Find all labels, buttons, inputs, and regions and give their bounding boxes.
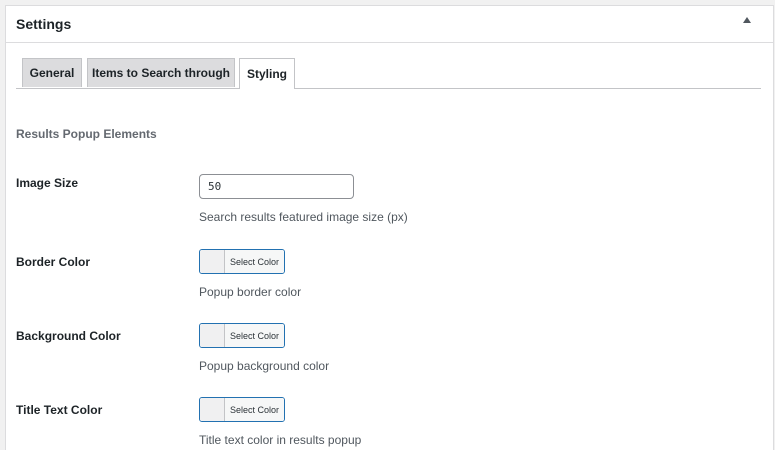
panel-header[interactable]: Settings: [6, 6, 773, 43]
tab-bar: General Items to Search through Styling: [16, 58, 761, 89]
tab-general[interactable]: General: [22, 58, 82, 87]
title-text-color-description: Title text color in results popup: [199, 433, 362, 447]
section-title: Results Popup Elements: [16, 127, 157, 141]
panel-title: Settings: [16, 16, 72, 32]
image-size-description: Search results featured image size (px): [199, 210, 408, 224]
image-size-input[interactable]: [199, 174, 354, 199]
background-color-label: Background Color: [16, 329, 121, 343]
triangle-up-icon[interactable]: [743, 17, 751, 23]
border-color-description: Popup border color: [199, 285, 302, 299]
image-size-label: Image Size: [16, 176, 79, 190]
select-color-label: Select Color: [225, 324, 284, 347]
background-color-description: Popup background color: [199, 359, 330, 373]
title-text-color-swatch: [200, 398, 225, 421]
settings-panel: Settings General Items to Search through…: [5, 5, 774, 450]
select-color-label: Select Color: [225, 398, 284, 421]
tab-items-to-search-through[interactable]: Items to Search through: [87, 58, 235, 87]
tab-styling[interactable]: Styling: [239, 58, 295, 89]
select-color-label: Select Color: [225, 250, 284, 273]
title-text-color-picker-button[interactable]: Select Color: [199, 397, 285, 422]
border-color-swatch: [200, 250, 225, 273]
border-color-label: Border Color: [16, 255, 91, 269]
background-color-swatch: [200, 324, 225, 347]
title-text-color-label: Title Text Color: [16, 403, 103, 417]
background-color-picker-button[interactable]: Select Color: [199, 323, 285, 348]
border-color-picker-button[interactable]: Select Color: [199, 249, 285, 274]
